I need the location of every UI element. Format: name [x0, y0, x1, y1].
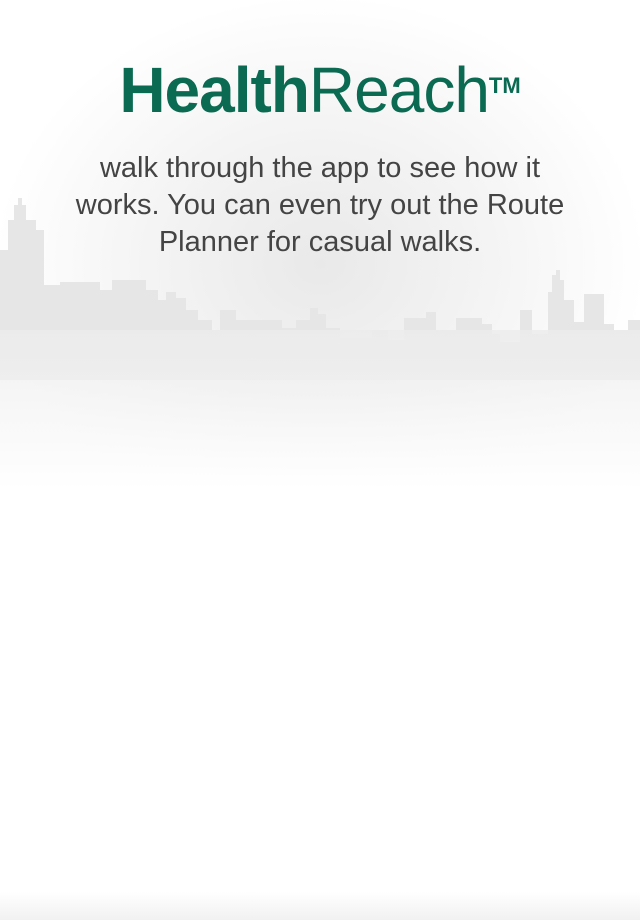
skyline-haze	[0, 330, 640, 490]
intro-screen: HealthReachTM walk through the app to se…	[0, 0, 640, 920]
trademark-symbol: TM	[488, 73, 521, 98]
intro-message: walk through the app to see how it works…	[75, 152, 565, 258]
logo-word-reach: Reach	[308, 54, 490, 126]
healthreach-logo: HealthReachTM	[0, 58, 640, 122]
bottom-shade	[0, 892, 640, 920]
logo-word-health: Health	[119, 54, 310, 126]
